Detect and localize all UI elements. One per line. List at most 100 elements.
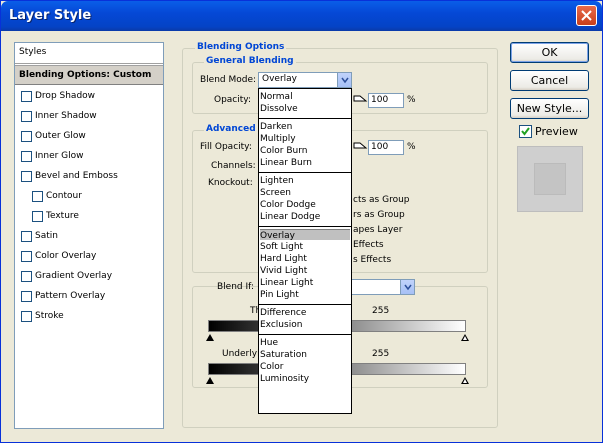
preview-checkbox[interactable] — [519, 125, 532, 138]
blend-mode-option-color[interactable]: Color — [260, 361, 350, 373]
opacity-label: Opacity: — [214, 95, 251, 105]
this-layer-white-slider[interactable] — [461, 334, 469, 341]
list-item-label: Bevel and Emboss — [35, 171, 118, 181]
underlying-black-slider[interactable] — [206, 377, 214, 384]
blend-mode-option-soft-light[interactable]: Soft Light — [260, 241, 350, 253]
new-style-button[interactable]: New Style... — [510, 98, 589, 119]
styles-list-header[interactable]: Styles — [15, 43, 163, 64]
list-item-texture[interactable]: Texture — [15, 207, 163, 227]
general-blending-title: General Blending — [204, 56, 296, 66]
opacity-percent: % — [407, 95, 416, 105]
list-item-blending-options[interactable]: Blending Options: Custom — [15, 65, 163, 85]
fill-opacity-input[interactable]: 100 — [368, 140, 404, 155]
blend-if-select[interactable] — [341, 279, 415, 295]
list-item-inner-shadow[interactable]: Inner Shadow — [15, 107, 163, 127]
blend-mode-option-hue[interactable]: Hue — [260, 337, 350, 349]
this-layer-black-slider[interactable] — [206, 334, 214, 341]
style-checkbox[interactable] — [21, 251, 32, 262]
blend-mode-dropdown: Normal Dissolve Darken Multiply Color Burn Li… — [258, 88, 352, 414]
list-item-inner-glow[interactable]: Inner Glow — [15, 147, 163, 167]
blend-mode-option-color-dodge[interactable]: Color Dodge — [260, 199, 350, 211]
style-checkbox[interactable] — [21, 131, 32, 142]
list-item-gradient-overlay[interactable]: Gradient Overlay — [15, 267, 163, 287]
checkmark-icon — [521, 127, 530, 136]
slider-thumb-icon[interactable] — [352, 95, 368, 105]
close-button[interactable] — [576, 5, 597, 26]
list-item-stroke[interactable]: Stroke — [15, 307, 163, 327]
title-bar: Layer Style — [1, 1, 602, 31]
blend-mode-value: Overlay — [262, 74, 297, 84]
blend-mode-option-difference[interactable]: Difference — [260, 307, 350, 319]
blend-mode-select[interactable]: Overlay — [258, 72, 352, 88]
list-item-drop-shadow[interactable]: Drop Shadow — [15, 87, 163, 107]
blend-clipped-layers-label: rs as Group — [353, 210, 405, 220]
dropdown-separator — [259, 304, 351, 305]
list-item-pattern-overlay[interactable]: Pattern Overlay — [15, 287, 163, 307]
style-checkbox[interactable] — [21, 291, 32, 302]
style-checkbox[interactable] — [21, 111, 32, 122]
list-item-label: Inner Shadow — [35, 111, 97, 121]
blend-mode-option-linear-dodge[interactable]: Linear Dodge — [260, 211, 350, 223]
blend-mode-option-dissolve[interactable]: Dissolve — [260, 103, 350, 115]
dropdown-separator — [259, 226, 351, 227]
ok-button[interactable]: OK — [510, 42, 589, 63]
transparency-shapes-layer-label: apes Layer — [353, 225, 403, 235]
list-item-bevel-and-emboss[interactable]: Bevel and Emboss — [15, 167, 163, 187]
blend-mode-option-screen[interactable]: Screen — [260, 187, 350, 199]
style-checkbox[interactable] — [21, 171, 32, 182]
underlying-white-slider[interactable] — [461, 377, 469, 384]
fill-opacity-percent: % — [407, 142, 416, 152]
preview-label: Preview — [535, 125, 578, 138]
style-checkbox[interactable] — [21, 91, 32, 102]
opacity-input[interactable]: 100 — [368, 93, 404, 108]
blend-mode-option-vivid-light[interactable]: Vivid Light — [260, 265, 350, 277]
blend-mode-option-linear-burn[interactable]: Linear Burn — [260, 157, 350, 169]
knockout-label: Knockout: — [208, 178, 253, 188]
chevron-down-icon — [337, 73, 351, 87]
list-item-label: Gradient Overlay — [35, 271, 113, 281]
advanced-blending-title: Advanced — [204, 124, 258, 134]
style-checkbox[interactable] — [32, 191, 43, 202]
vector-mask-hides-effects-label: s Effects — [353, 255, 392, 265]
cancel-button[interactable]: Cancel — [510, 70, 589, 91]
slider-thumb-icon[interactable] — [352, 142, 368, 152]
list-item-color-overlay[interactable]: Color Overlay — [15, 247, 163, 267]
style-checkbox[interactable] — [21, 231, 32, 242]
blend-mode-option-saturation[interactable]: Saturation — [260, 349, 350, 361]
blend-mode-option-exclusion[interactable]: Exclusion — [260, 319, 350, 331]
blend-if-label: Blend If: — [217, 282, 255, 292]
style-checkbox[interactable] — [21, 311, 32, 322]
style-checkbox[interactable] — [21, 271, 32, 282]
blend-mode-option-linear-light[interactable]: Linear Light — [260, 277, 350, 289]
list-item-label: Outer Glow — [35, 131, 86, 141]
chevron-down-icon — [400, 280, 414, 294]
blend-mode-option-overlay[interactable]: Overlay — [260, 229, 350, 241]
blend-mode-option-luminosity[interactable]: Luminosity — [260, 373, 350, 385]
preview-thumbnail — [517, 146, 583, 212]
list-item-contour[interactable]: Contour — [15, 187, 163, 207]
window-title: Layer Style — [9, 8, 92, 23]
blend-mode-option-darken[interactable]: Darken — [260, 121, 350, 133]
blend-mode-option-color-burn[interactable]: Color Burn — [260, 145, 350, 157]
list-item-label: Satin — [35, 231, 58, 241]
list-item-label: Contour — [46, 191, 82, 201]
list-item-label: Texture — [46, 211, 79, 221]
layer-style-dialog: Layer Style Styles Blending Options: Cus… — [0, 0, 603, 443]
blend-mode-option-lighten[interactable]: Lighten — [260, 175, 350, 187]
list-item-label: Drop Shadow — [35, 91, 96, 101]
underlying-layer-label: Underlyi — [222, 349, 260, 359]
style-checkbox[interactable] — [21, 151, 32, 162]
blend-mode-option-multiply[interactable]: Multiply — [260, 133, 350, 145]
blend-mode-option-normal[interactable]: Normal — [260, 91, 350, 103]
list-item-label: Color Overlay — [35, 251, 97, 261]
blend-mode-option-hard-light[interactable]: Hard Light — [260, 253, 350, 265]
list-item-satin[interactable]: Satin — [15, 227, 163, 247]
blend-mode-option-pin-light[interactable]: Pin Light — [260, 289, 350, 301]
fill-opacity-label: Fill Opacity: — [200, 142, 252, 152]
list-item-label: Stroke — [35, 311, 64, 321]
list-item-label: Inner Glow — [35, 151, 84, 161]
style-checkbox[interactable] — [32, 211, 43, 222]
dropdown-separator — [259, 334, 351, 335]
list-item-outer-glow[interactable]: Outer Glow — [15, 127, 163, 147]
close-icon — [581, 10, 592, 21]
